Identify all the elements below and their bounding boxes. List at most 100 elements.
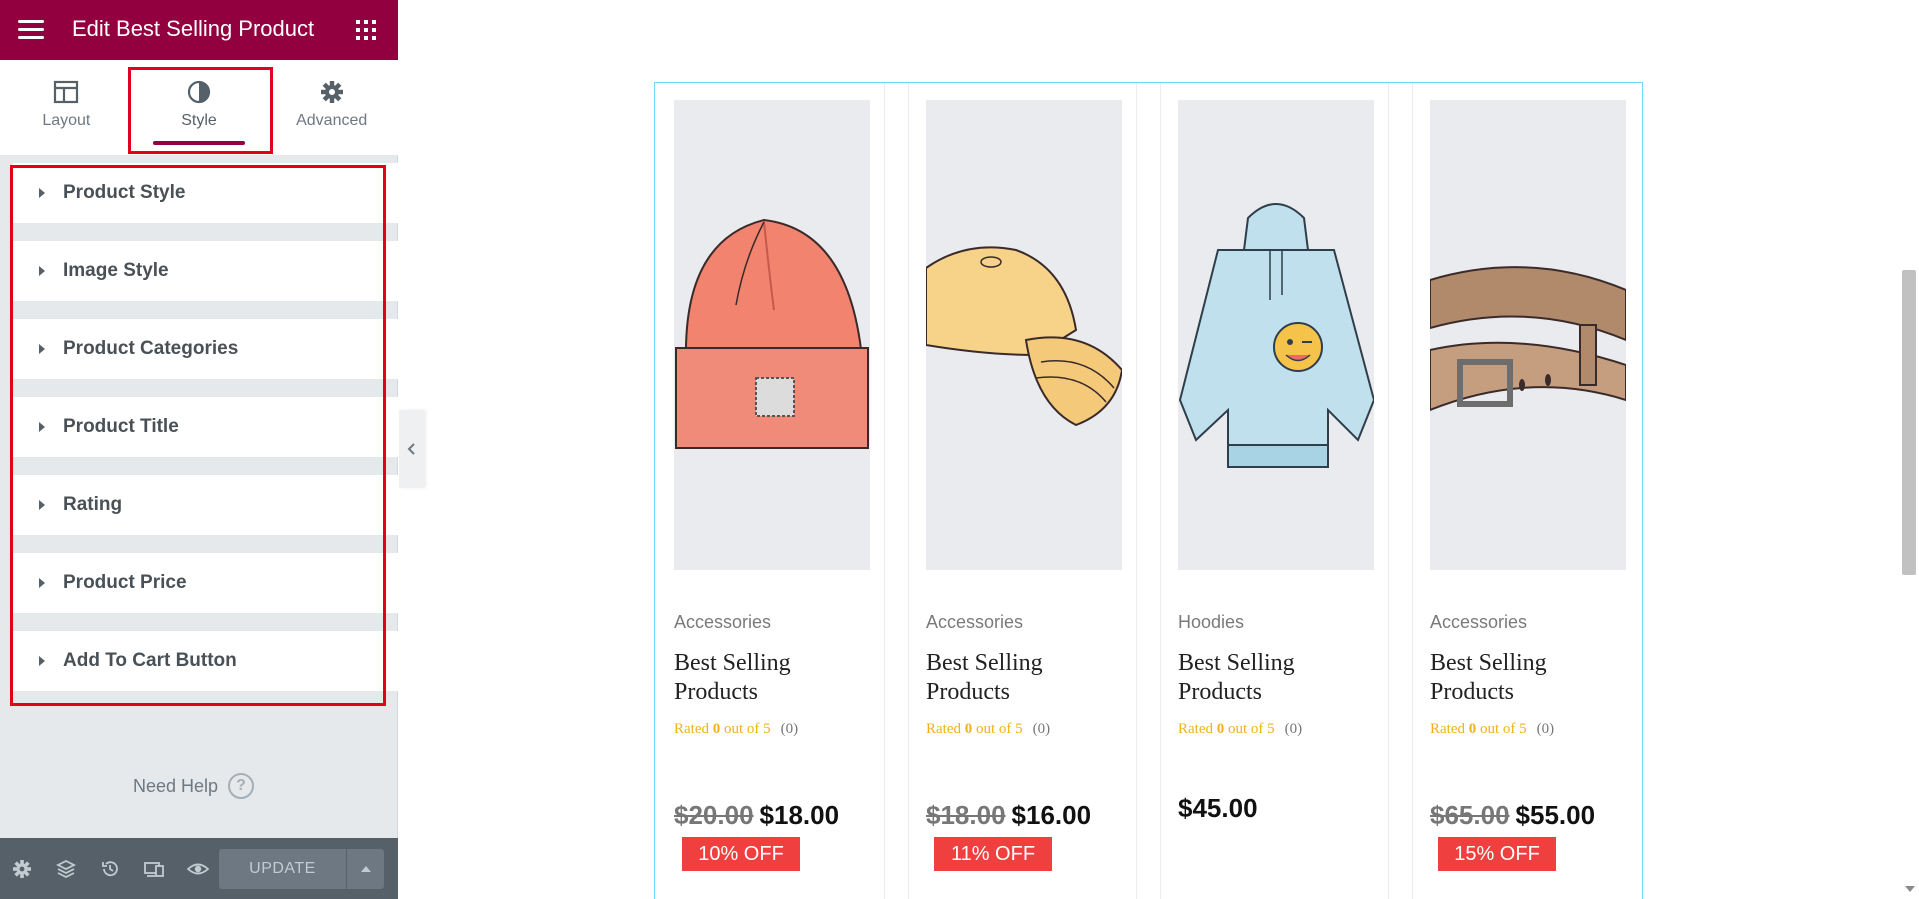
product-title[interactable]: Best Selling Products: [926, 649, 1116, 707]
tab-advanced-label: Advanced: [296, 112, 368, 129]
product-rating: Rated 0 out of 5 (0): [926, 721, 1050, 738]
rating-suffix: out of 5: [976, 721, 1023, 737]
product-card[interactable]: Accessories Best Selling Products Rated …: [1430, 100, 1626, 871]
belt-image: [1430, 266, 1626, 412]
rating-suffix: out of 5: [1228, 721, 1275, 737]
section-label: Image Style: [63, 260, 169, 281]
product-image[interactable]: [674, 100, 870, 570]
section-add-to-cart-button[interactable]: Add To Cart Button: [13, 631, 398, 691]
rating-prefix: Rated: [926, 721, 961, 737]
rating-value: 0: [1468, 721, 1477, 737]
page-scrollbar[interactable]: [1902, 270, 1916, 575]
column-divider: [1160, 83, 1161, 899]
product-category[interactable]: Accessories: [674, 612, 771, 633]
product-rating: Rated 0 out of 5 (0): [1430, 721, 1554, 738]
question-circle-icon: ?: [228, 773, 255, 799]
product-title[interactable]: Best Selling Products: [674, 649, 864, 707]
layers-icon[interactable]: [44, 838, 88, 899]
product-grid: Accessories Best Selling Products Rated …: [654, 82, 1643, 899]
caret-right-icon: [39, 344, 45, 354]
chevron-left-icon: [407, 443, 415, 455]
settings-icon[interactable]: [0, 838, 44, 899]
preview-eye-icon[interactable]: [176, 838, 220, 899]
rating-count: (0): [1284, 721, 1303, 737]
rating-value: 0: [712, 721, 721, 737]
widgets-grid-icon[interactable]: [356, 20, 376, 40]
need-help-link[interactable]: Need Help ?: [133, 773, 255, 799]
sale-price: $16.00: [1011, 800, 1092, 830]
collapse-panel-handle[interactable]: [399, 410, 424, 488]
section-image-style[interactable]: Image Style: [13, 241, 398, 301]
sale-price: $55.00: [1515, 800, 1596, 830]
product-image[interactable]: [926, 100, 1122, 570]
responsive-icon[interactable]: [132, 838, 176, 899]
panel-footer: UPDATE: [0, 838, 398, 899]
product-title[interactable]: Best Selling Products: [1430, 649, 1620, 707]
product-image[interactable]: [1430, 100, 1626, 570]
product-card[interactable]: Accessories Best Selling Products Rated …: [926, 100, 1122, 871]
scroll-down-arrow-icon[interactable]: [1905, 886, 1915, 892]
section-product-title[interactable]: Product Title: [13, 397, 398, 457]
old-price: $65.00: [1430, 800, 1510, 830]
caret-right-icon: [39, 188, 45, 198]
caret-right-icon: [39, 578, 45, 588]
gear-icon: [320, 81, 343, 103]
update-button[interactable]: UPDATE: [219, 849, 346, 889]
product-card[interactable]: Accessories Best Selling Products Rated …: [674, 100, 870, 871]
section-rating[interactable]: Rating: [13, 475, 398, 535]
section-product-price[interactable]: Product Price: [13, 553, 398, 613]
caret-right-icon: [39, 266, 45, 276]
section-product-style[interactable]: Product Style: [13, 163, 398, 223]
beanie-hat-image: [675, 218, 869, 449]
product-card[interactable]: Hoodies Best Selling Products Rated 0 ou…: [1178, 100, 1374, 823]
rating-value: 0: [964, 721, 973, 737]
rating-count: (0): [1536, 721, 1555, 737]
hamburger-menu-icon[interactable]: [18, 20, 44, 40]
tab-layout[interactable]: Layout: [0, 60, 133, 155]
tab-style-label: Style: [181, 112, 217, 129]
rating-suffix: out of 5: [724, 721, 771, 737]
panel-title: Edit Best Selling Product: [72, 16, 315, 41]
old-price: $18.00: [926, 800, 1006, 830]
section-label: Add To Cart Button: [63, 650, 237, 671]
rating-count: (0): [780, 721, 799, 737]
product-rating: Rated 0 out of 5 (0): [674, 721, 798, 738]
sale-price: $18.00: [759, 800, 840, 830]
section-label: Rating: [63, 494, 123, 515]
update-options-caret-icon[interactable]: [346, 849, 384, 889]
section-label: Product Price: [63, 572, 187, 593]
column-divider: [1388, 83, 1389, 899]
caret-right-icon: [39, 422, 45, 432]
rating-count: (0): [1032, 721, 1051, 737]
tab-advanced[interactable]: Advanced: [265, 60, 398, 155]
history-icon[interactable]: [88, 838, 132, 899]
product-image[interactable]: [1178, 100, 1374, 570]
section-label: Product Style: [63, 182, 186, 203]
section-product-categories[interactable]: Product Categories: [13, 319, 398, 379]
hoodie-image: [1178, 203, 1374, 468]
product-category[interactable]: Accessories: [926, 612, 1023, 633]
tab-style[interactable]: Style: [133, 60, 266, 155]
column-divider: [1136, 83, 1137, 899]
column-divider: [1412, 83, 1413, 899]
half-circle-icon: [187, 80, 211, 104]
rating-value: 0: [1216, 721, 1225, 737]
discount-badge: 15% OFF: [1438, 837, 1556, 871]
discount-badge: 10% OFF: [682, 837, 800, 871]
rating-suffix: out of 5: [1480, 721, 1527, 737]
need-help-label: Need Help: [133, 775, 219, 796]
rating-prefix: Rated: [1430, 721, 1465, 737]
product-price: $18.00 $16.00: [926, 800, 1091, 831]
rating-prefix: Rated: [674, 721, 709, 737]
section-label: Product Title: [63, 416, 179, 437]
layout-icon: [54, 80, 79, 104]
rating-prefix: Rated: [1178, 721, 1213, 737]
product-title[interactable]: Best Selling Products: [1178, 649, 1368, 707]
column-divider: [884, 83, 885, 899]
product-category[interactable]: Hoodies: [1178, 612, 1244, 633]
editor-panel: Edit Best Selling Product Layout Style A…: [0, 0, 398, 899]
old-price: $20.00: [674, 800, 754, 830]
baseball-cap-image: [926, 246, 1122, 427]
product-category[interactable]: Accessories: [1430, 612, 1527, 633]
section-label: Product Categories: [63, 338, 239, 359]
